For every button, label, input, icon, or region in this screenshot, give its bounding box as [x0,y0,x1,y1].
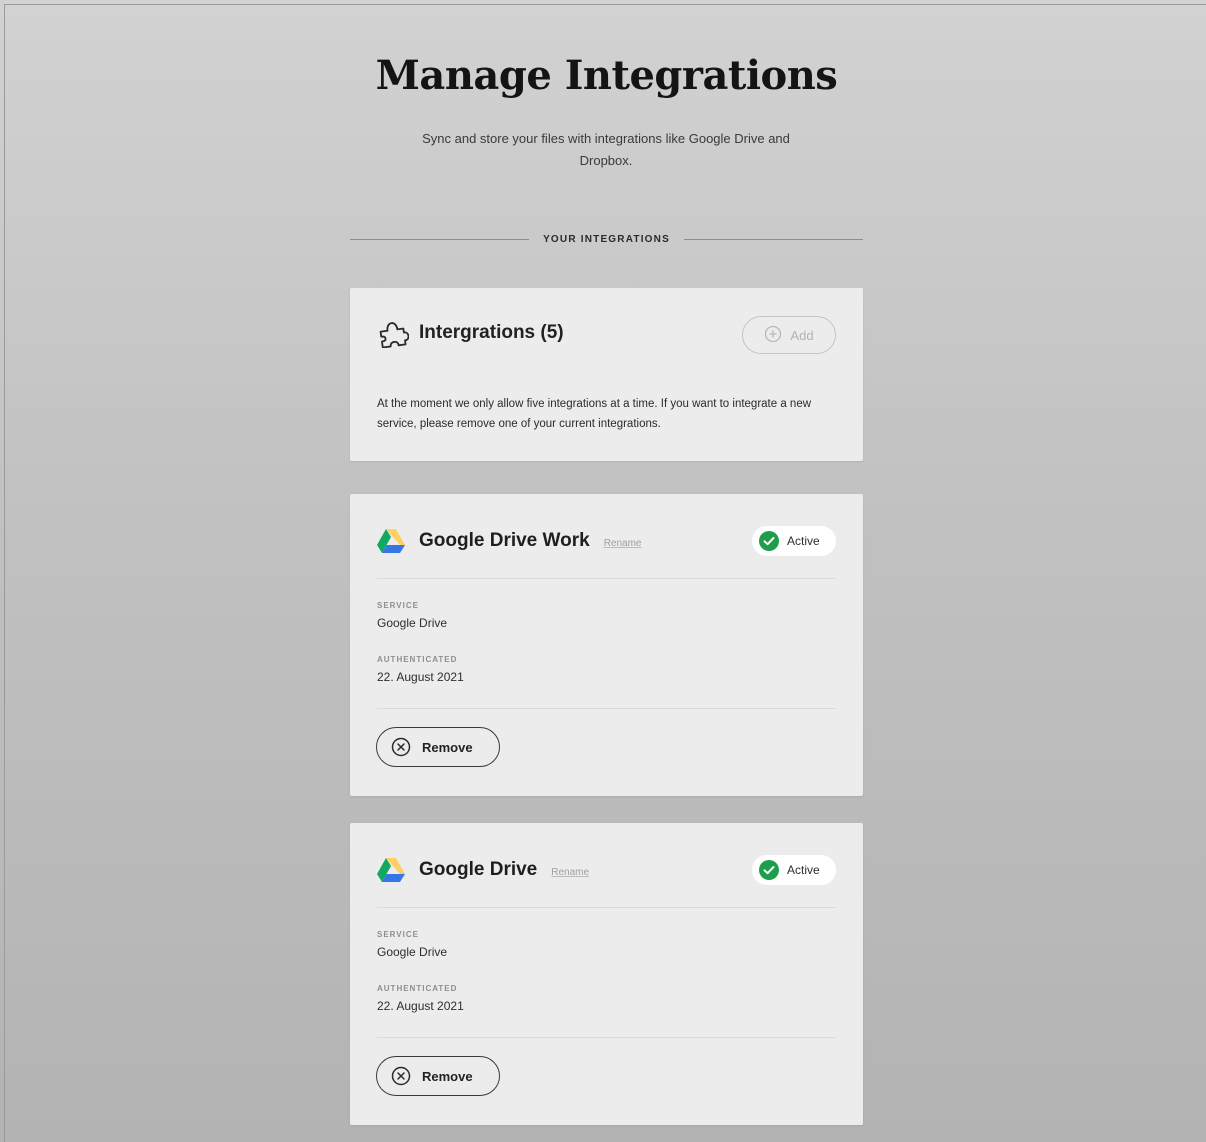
puzzle-icon [377,318,409,348]
divider-line-right [683,238,864,240]
authenticated-label: AUTHENTICATED [377,655,458,664]
section-label: YOUR INTEGRATIONS [543,233,670,245]
rename-link[interactable]: Rename [604,538,642,549]
divider [377,907,836,908]
authenticated-value: 22. August 2021 [377,670,464,684]
service-label: SERVICE [377,601,419,610]
remove-button-label: Remove [422,1068,473,1084]
close-circle-icon [391,1066,411,1086]
status-text: Active [787,534,820,548]
service-value: Google Drive [377,945,448,959]
google-drive-icon [377,857,405,883]
service-value: Google Drive [377,616,448,630]
divider [377,708,836,709]
section-divider: YOUR INTEGRATIONS [350,231,864,247]
add-button-label: Add [790,327,814,343]
remove-button[interactable]: Remove [376,727,500,767]
divider-line-left [350,238,530,240]
status-badge: Active [752,526,836,556]
rename-link[interactable]: Rename [551,867,589,878]
check-circle-icon [759,531,779,551]
close-circle-icon [391,737,411,757]
divider [377,578,836,579]
integration-header: Google Drive Rename [377,853,589,887]
remove-button[interactable]: Remove [376,1056,500,1096]
add-integration-button[interactable]: Add [742,316,836,354]
integration-card: Google Drive Rename Active SERVICE Googl… [350,823,863,1125]
authenticated-value: 22. August 2021 [377,999,464,1013]
remove-button-label: Remove [422,739,473,755]
plus-circle-icon [764,325,782,346]
service-label: SERVICE [377,930,419,939]
status-badge: Active [752,855,836,885]
integrations-summary-card: Intergrations (5) Add At the moment we o… [350,288,863,461]
check-circle-icon [759,860,779,880]
status-text: Active [787,863,820,877]
google-drive-icon [377,528,405,554]
page-subtitle: Sync and store your files with integrati… [422,131,790,168]
summary-header: Intergrations (5) [377,318,564,348]
summary-title: Intergrations (5) [419,322,564,343]
integration-header: Google Drive Work Rename [377,524,642,558]
integration-limit-notice: At the moment we only allow five integra… [377,398,812,430]
divider [377,1037,836,1038]
integration-card: Google Drive Work Rename Active SERVICE … [350,494,863,796]
page-title: Manage Integrations [375,52,838,99]
authenticated-label: AUTHENTICATED [377,984,458,993]
integration-name: Google Drive Work [419,530,590,551]
integration-name: Google Drive [419,859,538,880]
